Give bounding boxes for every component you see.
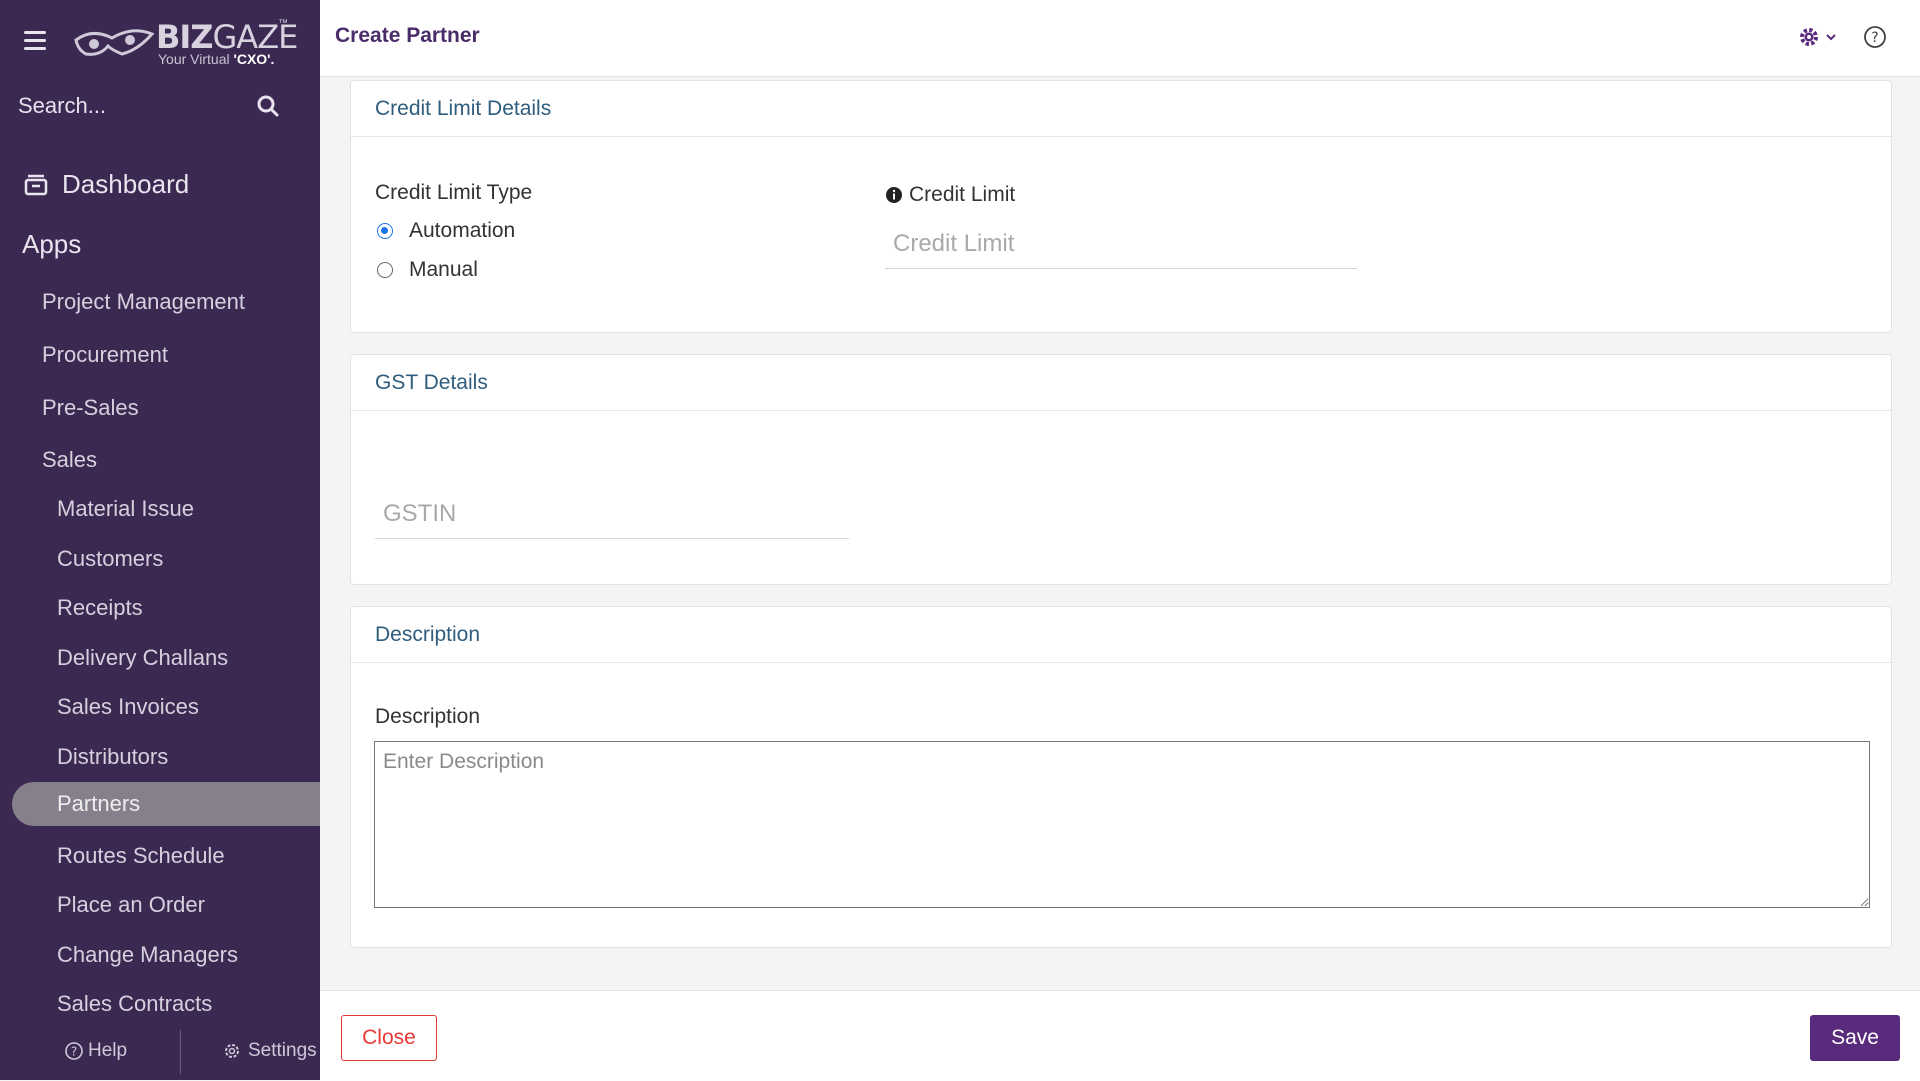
sidebar-item-label: Project Management xyxy=(42,289,245,314)
sidebar-footer: ? Help Settings xyxy=(0,1030,320,1080)
owl-eyes-icon xyxy=(74,29,155,56)
sidebar-item-label: Sales Contracts xyxy=(57,991,213,1016)
help-icon[interactable]: ? xyxy=(1862,24,1888,50)
description-card: Description Description xyxy=(350,606,1892,948)
gear-icon xyxy=(225,1044,239,1058)
gst-section-title: GST Details xyxy=(351,355,1891,411)
chevron-down-icon xyxy=(1826,34,1836,41)
sidebar-item-distributors[interactable]: Distributors xyxy=(0,735,320,779)
credit-limit-type-label: Credit Limit Type xyxy=(375,181,533,204)
credit-limit-section-title: Credit Limit Details xyxy=(351,81,1891,137)
sidebar-item-sales-contracts[interactable]: Sales Contracts xyxy=(0,982,320,1026)
form-footer: Close Save xyxy=(320,990,1920,1081)
sidebar-item-label: Sales xyxy=(42,447,98,472)
sidebar-search xyxy=(18,88,280,124)
hamburger-menu-icon[interactable] xyxy=(24,31,46,51)
credit-limit-label: Credit Limit xyxy=(885,183,1015,207)
bizgaze-logo: BIZGAZE ™ Your Virtual 'CXO'. xyxy=(72,18,298,68)
sidebar-item-change-managers[interactable]: Change Managers xyxy=(0,933,320,977)
svg-text:?: ? xyxy=(71,1045,77,1059)
description-field-label: Description xyxy=(375,705,481,728)
sidebar-item-label: Pre-Sales xyxy=(42,395,139,420)
sidebar-item-partners[interactable]: Partners xyxy=(12,782,320,826)
sidebar-item-dashboard[interactable]: Dashboard xyxy=(22,164,189,204)
sidebar-item-receipts[interactable]: Receipts xyxy=(0,586,320,630)
save-button[interactable]: Save xyxy=(1810,1015,1900,1061)
question-circle-icon: ? xyxy=(65,1042,83,1060)
help-label: Help xyxy=(88,1040,128,1061)
settings-link[interactable]: Settings xyxy=(222,1040,317,1062)
description-textarea[interactable] xyxy=(374,741,1870,908)
radio-automation-label: Automation xyxy=(409,219,516,242)
credit-limit-input[interactable] xyxy=(885,219,1357,269)
credit-limit-label-text: Credit Limit xyxy=(909,183,1016,206)
sidebar-item-sales[interactable]: Sales xyxy=(0,438,320,482)
radio-manual[interactable]: Manual xyxy=(377,258,478,282)
search-input[interactable] xyxy=(18,88,238,124)
sidebar-item-customers[interactable]: Customers xyxy=(0,537,320,581)
sidebar-item-label: Partners xyxy=(57,791,141,816)
search-icon[interactable] xyxy=(256,94,280,118)
logo-tagline: Your Virtual 'CXO'. xyxy=(158,51,275,67)
dashboard-icon xyxy=(24,174,48,196)
page-title: Create Partner xyxy=(335,24,480,47)
description-section-title: Description xyxy=(351,607,1891,663)
sidebar-item-sales-invoices[interactable]: Sales Invoices xyxy=(0,685,320,729)
sidebar-item-label: Procurement xyxy=(42,342,168,367)
sidebar-item-delivery-challans[interactable]: Delivery Challans xyxy=(0,636,320,680)
radio-automation-control[interactable] xyxy=(377,223,393,239)
radio-automation[interactable]: Automation xyxy=(377,219,515,243)
sidebar-item-procurement[interactable]: Procurement xyxy=(0,333,320,377)
footer-divider xyxy=(180,1030,181,1074)
info-icon[interactable] xyxy=(885,186,903,204)
apps-heading: Apps xyxy=(22,229,82,259)
radio-manual-control[interactable] xyxy=(377,262,393,278)
radio-manual-label: Manual xyxy=(409,258,478,281)
sidebar-item-label: Customers xyxy=(57,546,164,571)
gear-icon xyxy=(1800,28,1818,46)
settings-label: Settings xyxy=(248,1040,317,1061)
sidebar-item-label: Material Issue xyxy=(57,496,194,521)
sidebar-item-place-an-order[interactable]: Place an Order xyxy=(0,883,320,927)
sidebar-item-label: Delivery Challans xyxy=(57,645,229,670)
sidebar-item-label: Receipts xyxy=(57,595,143,620)
credit-limit-card: Credit Limit Details Credit Limit Type A… xyxy=(350,80,1892,333)
sidebar-item-routes-schedule[interactable]: Routes Schedule xyxy=(0,834,320,878)
svg-text:?: ? xyxy=(1871,30,1878,46)
page-header: Create Partner ? xyxy=(320,0,1920,77)
dashboard-label: Dashboard xyxy=(62,168,190,199)
close-button[interactable]: Close xyxy=(341,1015,437,1061)
sidebar-item-label: Place an Order xyxy=(57,892,205,917)
sidebar-item-label: Distributors xyxy=(57,744,169,769)
settings-dropdown[interactable] xyxy=(1798,26,1838,48)
sidebar: BIZGAZE ™ Your Virtual 'CXO'. Dashboard … xyxy=(0,0,320,1080)
gst-details-card: GST Details xyxy=(350,354,1892,585)
sidebar-item-material-issue[interactable]: Material Issue xyxy=(0,487,320,531)
help-link[interactable]: ? Help xyxy=(64,1040,127,1062)
sidebar-item-project-management[interactable]: Project Management xyxy=(0,280,320,324)
gstin-input[interactable] xyxy=(375,489,849,539)
logo-trademark: ™ xyxy=(278,18,288,29)
sidebar-item-label: Sales Invoices xyxy=(57,694,199,719)
sidebar-item-pre-sales[interactable]: Pre-Sales xyxy=(0,386,320,430)
sidebar-item-label: Change Managers xyxy=(57,942,239,967)
sidebar-item-label: Routes Schedule xyxy=(57,843,225,868)
